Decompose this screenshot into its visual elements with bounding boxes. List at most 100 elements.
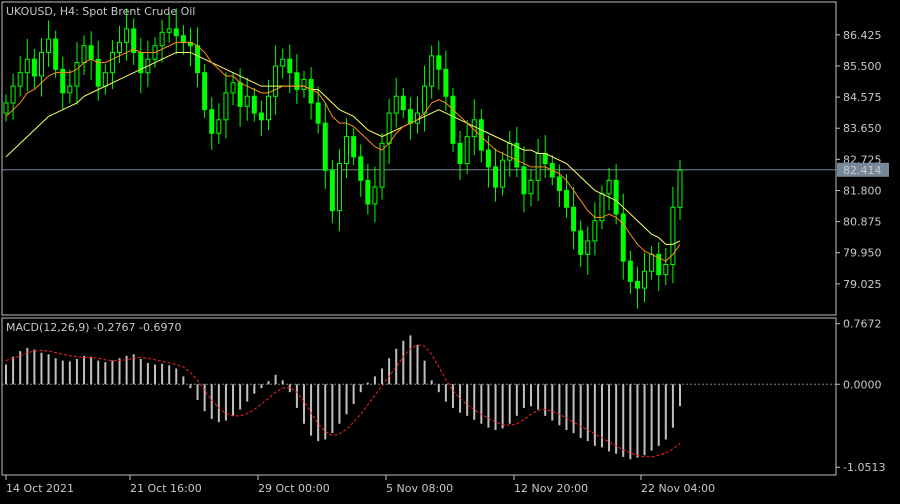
candle-body-bear (613, 179, 619, 215)
candle-body-bull (67, 85, 73, 94)
candle-body-bear (294, 72, 300, 91)
candle-body-bull (606, 179, 612, 195)
candle-body-bull (464, 136, 470, 165)
price-tick-label: 84.575 (843, 91, 882, 104)
price-tick-label: 81.800 (843, 184, 882, 197)
candle-body-bear (95, 58, 101, 87)
macd-tick-label: 0.0000 (843, 378, 882, 391)
price-tick-label: 79.950 (843, 247, 882, 260)
chart-title: UKOUSD, H4: Spot Brent Crude Oil (6, 5, 195, 18)
candle-body-bear (329, 169, 335, 212)
candle-body-bear (315, 102, 321, 124)
candle-body-bear (407, 109, 413, 124)
candle-body-bull (10, 85, 16, 104)
candle-body-bear (258, 112, 264, 121)
candle-body-bear (195, 45, 201, 74)
price-chart-svg[interactable]: 86.42585.50084.57583.65082.72581.80080.8… (0, 0, 900, 500)
candle-body-bear (88, 45, 94, 60)
candle-body-bull (429, 55, 435, 87)
current-price-value: 82.414 (843, 164, 882, 177)
candle-body-bear (556, 176, 562, 191)
candle-body-bear (493, 166, 499, 188)
candle-body-bear (542, 152, 548, 165)
candle-body-bull (230, 82, 236, 94)
time-tick-label: 29 Oct 00:00 (258, 482, 330, 495)
candle-body-bear (202, 72, 208, 111)
candle-body-bear (578, 230, 584, 255)
candle-body-bull (46, 38, 52, 53)
price-tick-label: 79.025 (843, 278, 882, 291)
candle-body-bear (400, 95, 406, 111)
candle-body-bear (571, 206, 577, 232)
time-tick-label: 21 Oct 16:00 (130, 482, 202, 495)
candle-body-bear (485, 149, 491, 168)
candle-body-bear (620, 213, 626, 262)
candle-body-bear (53, 38, 59, 70)
candle-body-bull (649, 253, 655, 272)
candle-body-bull (117, 41, 123, 53)
candle-body-bear (358, 156, 364, 181)
candle-body-bull (109, 51, 115, 74)
candle-body-bull (280, 58, 286, 67)
candle-body-bear (627, 260, 633, 282)
candle-body-bull (273, 65, 279, 97)
macd-label: MACD(12,26,9) -0.2767 -0.6970 (6, 321, 181, 334)
candle-body-bear (521, 166, 527, 195)
candle-body-bull (585, 240, 591, 255)
candle-body-bear (173, 28, 179, 37)
candle-body-bear (180, 35, 186, 43)
macd-tick-label: 0.7672 (843, 318, 882, 331)
candle-body-bull (422, 85, 428, 114)
candle-body-bull (159, 31, 165, 47)
time-tick-label: 14 Oct 2021 (6, 482, 74, 495)
candle-body-bear (31, 58, 37, 77)
candle-body-bull (528, 179, 534, 195)
candle-body-bull (372, 186, 378, 205)
time-tick-label: 22 Nov 04:00 (641, 482, 715, 495)
candle-body-bear (634, 280, 640, 289)
candle-body-bull (336, 163, 342, 212)
price-tick-label: 85.500 (843, 60, 882, 73)
candle-body-bull (74, 62, 80, 87)
candle-body-bull (3, 102, 9, 114)
candle-body-bull (592, 220, 598, 242)
candle-body-bull (244, 95, 250, 107)
candle-body-bull (38, 51, 44, 77)
candle-body-bull (24, 58, 30, 74)
candle-body-bear (308, 78, 314, 104)
candle-body-bull (393, 95, 399, 114)
candle-body-bull (102, 72, 108, 87)
price-tick-label: 83.650 (843, 122, 882, 135)
candle-body-bear (365, 179, 371, 205)
candle-body-bull (81, 45, 87, 64)
candle-body-bear (287, 58, 293, 74)
current-price-tag: 82.414 (837, 162, 889, 177)
time-tick-label: 12 Nov 20:00 (514, 482, 588, 495)
candle-body-bull (642, 270, 648, 289)
candle-body-bear (443, 68, 449, 97)
candle-body-bull (663, 264, 669, 276)
candle-body-bull (677, 169, 683, 208)
candle-body-bull (500, 159, 506, 188)
price-tick-label: 86.425 (843, 29, 882, 42)
candle-body-bull (301, 78, 307, 91)
price-tick-label: 80.875 (843, 216, 882, 229)
candle-body-bear (209, 109, 215, 134)
chart-window: 86.425 85.500 84.575 83.650 82.725 81.800 80.8… (0, 0, 900, 500)
candle-body-bear (251, 95, 257, 114)
candle-body-bear (563, 189, 569, 208)
candle-body-bear (237, 82, 243, 107)
time-tick-label: 5 Nov 08:00 (386, 482, 453, 495)
candle-body-bear (457, 142, 463, 165)
candle-body-bull (266, 95, 272, 121)
candle-body-bull (386, 112, 392, 144)
candle-body-bear (351, 136, 357, 158)
candle-body-bull (17, 72, 23, 87)
candle-body-bull (344, 136, 350, 165)
candle-body-bear (450, 95, 456, 144)
price-axis: 86.42585.50084.57583.65082.72581.80080.8… (836, 29, 882, 291)
macd-tick-label: -1.0513 (843, 461, 885, 474)
candle-body-bull (124, 28, 130, 43)
candle-body-bear (436, 55, 442, 70)
candle-body-bear (322, 122, 328, 171)
